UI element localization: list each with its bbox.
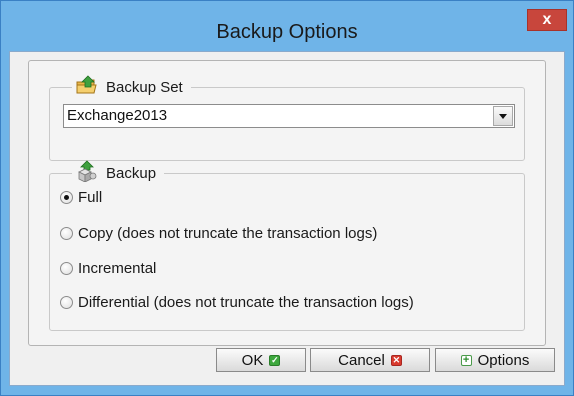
checkmark-icon: ✓ <box>269 354 281 366</box>
radio-button[interactable] <box>60 191 73 204</box>
radio-label: Full <box>78 189 103 206</box>
radio-differential[interactable]: Differential (does not truncate the tran… <box>60 294 414 311</box>
folder-upload-icon <box>76 75 98 99</box>
radio-copy[interactable]: Copy (does not truncate the transaction … <box>60 225 377 242</box>
title-bar[interactable]: Backup Options x <box>1 1 573 51</box>
backup-type-label: Backup <box>106 164 157 182</box>
plus-icon: + <box>460 354 472 366</box>
cancel-label: Cancel <box>338 351 385 369</box>
dialog-title: Backup Options <box>216 21 358 43</box>
radio-full[interactable]: Full <box>60 189 102 206</box>
backup-set-value: Exchange2013 <box>67 107 168 124</box>
radio-label: Copy (does not truncate the transaction … <box>78 225 378 242</box>
options-label: Options <box>477 351 530 369</box>
backup-cube-icon <box>76 160 98 186</box>
radio-button[interactable] <box>60 296 73 309</box>
backup-set-legend: Backup Set <box>72 75 191 99</box>
backup-set-group: Backup Set Exchange2013 <box>49 75 525 161</box>
ok-label: OK <box>241 351 264 369</box>
backup-type-legend: Backup <box>72 160 165 186</box>
chevron-down-icon <box>499 113 507 119</box>
backup-set-select[interactable]: Exchange2013 <box>63 104 515 128</box>
close-button[interactable]: x <box>527 9 567 31</box>
dialog-body: Backup Set Exchange2013 Backup Full Copy… <box>9 51 565 386</box>
close-icon: ✕ <box>390 354 402 366</box>
backup-type-group: Backup Full Copy (does not truncate the … <box>49 160 525 331</box>
options-button[interactable]: + Options <box>435 348 555 372</box>
dropdown-arrow-button[interactable] <box>493 106 513 126</box>
radio-label: Differential (does not truncate the tran… <box>78 294 414 311</box>
ok-button[interactable]: OK ✓ <box>216 348 306 372</box>
radio-label: Incremental <box>78 260 157 277</box>
radio-button[interactable] <box>60 262 73 275</box>
backup-options-dialog: Backup Options x Backup Set Exchange2013… <box>0 0 574 396</box>
radio-button[interactable] <box>60 227 73 240</box>
backup-set-label: Backup Set <box>106 78 183 96</box>
options-panel: Backup Set Exchange2013 Backup Full Copy… <box>28 60 546 346</box>
cancel-button[interactable]: Cancel ✕ <box>310 348 430 372</box>
radio-incremental[interactable]: Incremental <box>60 260 156 277</box>
